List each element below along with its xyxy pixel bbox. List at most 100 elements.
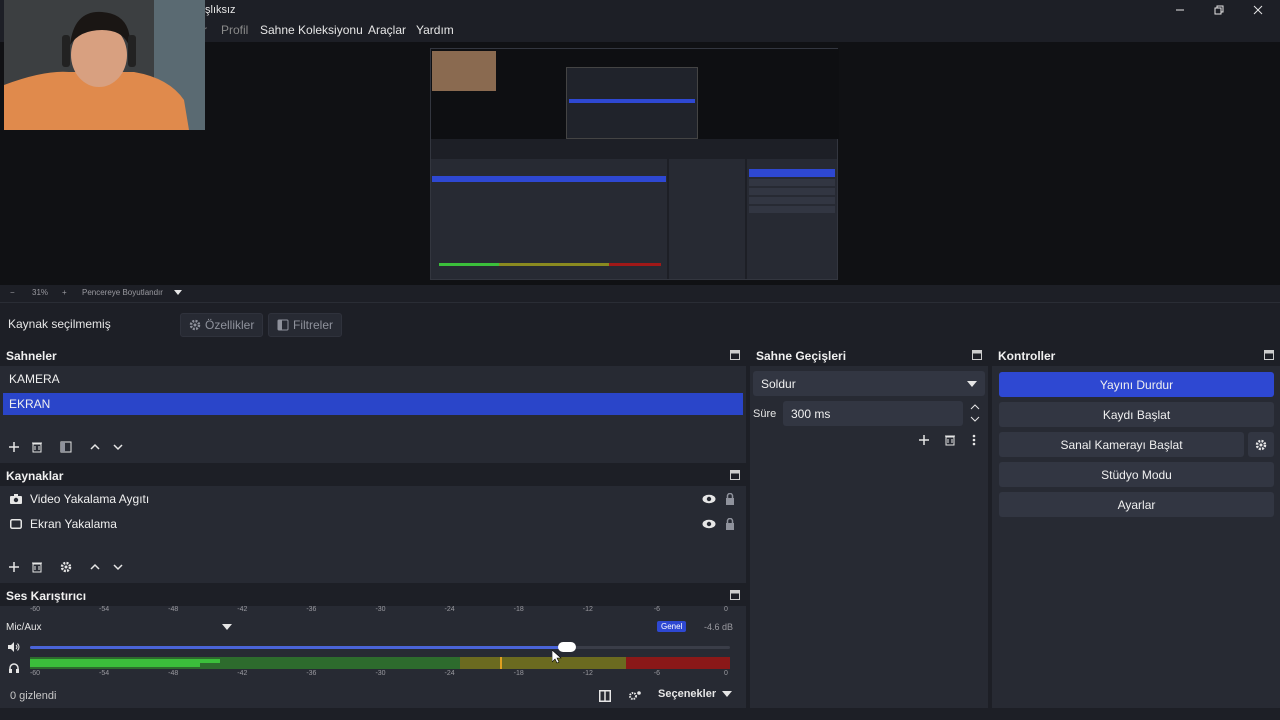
lock-icon — [726, 518, 734, 530]
minimize-button[interactable] — [1170, 2, 1190, 18]
zoom-percent: 31% — [32, 288, 49, 297]
meter-tick-label: -42 — [237, 606, 248, 613]
trash-icon — [32, 562, 42, 573]
meter-tick-label: -24 — [444, 606, 455, 613]
audio-level-meter — [30, 657, 730, 669]
scene-filters-button[interactable] — [58, 439, 74, 455]
meter-level-bar — [30, 663, 200, 667]
float-dock-icon — [730, 590, 740, 600]
chevron-up-icon — [90, 563, 100, 570]
minimize-icon — [1176, 9, 1184, 11]
settings-button[interactable]: Ayarlar — [999, 492, 1274, 517]
trash-icon — [32, 442, 42, 453]
gear-icon — [60, 561, 72, 573]
meter-tick-label: -54 — [99, 606, 110, 613]
gear-icon — [189, 319, 201, 331]
zoom-in-button[interactable]: + — [62, 288, 67, 297]
transition-select[interactable]: Soldur — [753, 371, 985, 396]
mixer-channel-name: Mic/Aux — [6, 622, 42, 633]
eye-icon — [702, 519, 716, 529]
meter-tick-label: -60 — [29, 670, 41, 677]
filters-button[interactable]: Filtreler — [268, 313, 343, 337]
eye-icon — [702, 494, 716, 504]
plus-icon — [919, 435, 929, 445]
source-properties-button[interactable] — [58, 559, 74, 575]
maximize-button[interactable] — [1209, 2, 1229, 18]
float-dock-icon — [730, 350, 740, 360]
move-source-down-button[interactable] — [110, 559, 126, 575]
meter-red-zone — [626, 657, 730, 669]
mixer-options-button[interactable]: Seçenekler — [658, 688, 733, 700]
menu-item-profile[interactable]: Profil — [221, 23, 248, 37]
scene-transitions-dock: Sahne Geçişleri Soldur Süre 300 ms — [750, 344, 988, 708]
controls-title: Kontroller — [998, 349, 1056, 363]
scene-item-kamera[interactable]: KAMERA — [3, 368, 743, 390]
scenes-title: Sahneler — [6, 349, 57, 363]
chevron-down-icon — [722, 691, 733, 697]
source-status: Kaynak seçilmemiş — [8, 317, 111, 331]
source-item-video-capture[interactable]: Video Yakalama Aygıtı — [3, 488, 743, 510]
start-recording-button[interactable]: Kaydı Başlat — [999, 402, 1274, 427]
meter-tick-label: -12 — [582, 670, 593, 677]
move-scene-up-button[interactable] — [87, 439, 103, 455]
mouse-cursor-icon — [552, 650, 562, 664]
add-scene-button[interactable] — [6, 439, 22, 455]
chevron-down-icon — [113, 444, 123, 451]
nested-obs-preview — [430, 48, 839, 280]
add-source-button[interactable] — [6, 559, 22, 575]
plus-icon — [9, 442, 19, 452]
float-dock-icon — [1264, 350, 1274, 360]
meter-peak-marker — [500, 657, 502, 669]
zoom-mode[interactable]: Pencereye Boyutlandır — [82, 288, 163, 297]
trash-icon — [945, 435, 955, 446]
meter-yellow-zone — [460, 657, 626, 669]
context-bar: Kaynak seçilmemiş Özellikler Filtreler — [0, 302, 1280, 342]
transition-menu-button[interactable] — [966, 432, 982, 448]
meter-tick-label: -48 — [168, 670, 179, 677]
remove-source-button[interactable] — [29, 559, 45, 575]
sources-dock: Kaynaklar Video Yakalama Aygıtı Ekran Ya… — [0, 464, 746, 583]
close-button[interactable] — [1248, 2, 1268, 18]
menu-item-help[interactable]: Yardım — [416, 23, 454, 37]
zoom-out-button[interactable]: − — [10, 288, 15, 297]
menu-item-tools[interactable]: Araçlar — [368, 23, 406, 37]
advanced-audio-icon — [629, 691, 641, 700]
scene-item-ekran[interactable]: EKRAN — [3, 393, 743, 415]
stop-streaming-button[interactable]: Yayını Durdur — [999, 372, 1274, 397]
meter-tick-label: -18 — [513, 606, 524, 613]
virtual-camera-settings-button[interactable] — [1248, 432, 1274, 457]
add-transition-button[interactable] — [916, 432, 932, 448]
volume-slider[interactable] — [30, 642, 730, 652]
lock-icon — [726, 493, 734, 505]
source-item-screen-capture[interactable]: Ekran Yakalama — [3, 513, 743, 535]
speaker-icon — [8, 642, 20, 652]
transitions-title: Sahne Geçişleri — [756, 349, 847, 363]
camera-icon — [10, 494, 22, 504]
remove-scene-button[interactable] — [29, 439, 45, 455]
menu-item-scene-collection[interactable]: Sahne Koleksiyonu — [260, 23, 363, 37]
nested-webcam-thumbnail — [432, 51, 496, 91]
meter-scale-bottom: -60 -54 -48 -42 -36 -30 -24 -18 -12 -6 0 — [0, 670, 746, 680]
properties-label: Özellikler — [205, 318, 255, 332]
studio-mode-button[interactable]: Stüdyo Modu — [999, 462, 1274, 487]
meter-tick-label: 0 — [724, 606, 728, 613]
meter-tick-label: -36 — [306, 606, 317, 613]
chevron-down-icon — [970, 416, 980, 422]
webcam-image — [4, 0, 205, 130]
filter-icon — [277, 319, 289, 331]
meter-tick-label: -12 — [582, 606, 593, 613]
start-virtual-camera-button[interactable]: Sanal Kamerayı Başlat — [999, 432, 1244, 457]
meter-tick-label: -36 — [306, 670, 317, 677]
move-source-up-button[interactable] — [87, 559, 103, 575]
chevron-up-icon — [970, 404, 980, 410]
audio-mixer-dock: Ses Karıştırıcı -60 -54 -48 -42 -36 -30 -24 -18… — [0, 584, 746, 708]
remove-transition-button[interactable] — [942, 432, 958, 448]
meter-tick-label: -30 — [375, 606, 386, 613]
move-scene-down-button[interactable] — [110, 439, 126, 455]
plus-icon — [9, 562, 19, 572]
meter-tick-label: -24 — [444, 670, 455, 677]
meter-tick-label: -42 — [237, 670, 248, 677]
scenes-dock: Sahneler KAMERA EKRAN — [0, 344, 746, 463]
duration-spinbox[interactable]: 300 ms — [783, 401, 963, 426]
properties-button[interactable]: Özellikler — [180, 313, 264, 337]
